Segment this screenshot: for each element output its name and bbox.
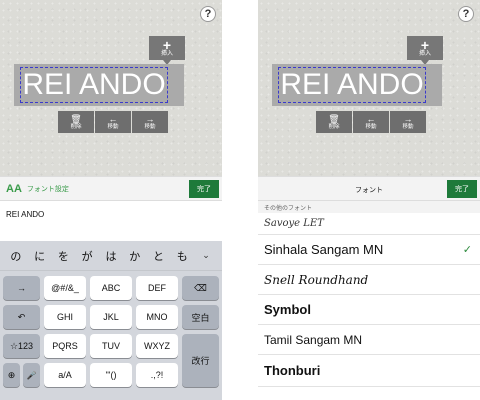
move-left-label: 移動: [365, 123, 377, 130]
arrow-left-icon: ←: [108, 113, 118, 124]
arrow-key[interactable]: →: [3, 276, 40, 300]
design-canvas[interactable]: ? + 挿入 REI ANDO 🗑 削除 ← 移動 → 移動: [0, 0, 222, 176]
other-fonts-label: その他のフォント: [264, 206, 313, 212]
microphone-icon[interactable]: 🎤: [23, 363, 40, 387]
insert-label: 挿入: [418, 50, 431, 57]
move-left-button[interactable]: ← 移動: [353, 111, 389, 133]
mode-switch-key[interactable]: ☆123: [3, 334, 40, 358]
text-input-value: REI ANDO: [6, 210, 45, 219]
plus-icon: +: [420, 36, 430, 53]
arrow-right-icon: →: [145, 113, 155, 124]
help-button[interactable]: ?: [200, 6, 216, 22]
font-item-label: Tamil Sangam MN: [264, 332, 363, 347]
abc-key[interactable]: ABC: [90, 276, 132, 300]
font-item-tamil-sangam-mn[interactable]: Tamil Sangam MN: [258, 325, 480, 355]
font-settings-button[interactable]: AA フォント設定: [6, 183, 69, 195]
case-toggle-key[interactable]: a/A: [44, 363, 86, 387]
design-canvas[interactable]: ? + 挿入 REI ANDO 🗑 削除 ← 移動 → 移動: [258, 0, 480, 176]
jkl-key[interactable]: JKL: [90, 305, 132, 329]
move-left-label: 移動: [107, 123, 119, 130]
candidate-item[interactable]: と: [148, 248, 168, 264]
pqrs-key[interactable]: PQRS: [44, 334, 86, 358]
quotes-key[interactable]: '"(): [90, 363, 132, 387]
trash-icon: 🗑: [328, 113, 340, 124]
help-icon: ?: [204, 8, 212, 20]
chevron-down-icon[interactable]: ⌄: [196, 250, 216, 261]
move-right-label: 移動: [144, 123, 156, 130]
symbols-key[interactable]: @#/&_: [44, 276, 86, 300]
candidate-item[interactable]: が: [77, 248, 97, 264]
help-button[interactable]: ?: [458, 6, 474, 22]
settings-bar: AA フォント設定 完了: [0, 176, 222, 201]
font-item-snell-roundhand[interactable]: Snell Roundhand: [258, 265, 480, 295]
left-panel: ? + 挿入 REI ANDO 🗑 削除 ← 移動 → 移動 AA フォント設定: [0, 0, 222, 400]
candidate-item[interactable]: を: [53, 248, 73, 264]
font-item-label: Symbol: [264, 302, 311, 317]
delete-button[interactable]: 🗑 削除: [58, 111, 94, 133]
japanese-keyboard: の に を が は か と も ⌄ → @#/&_ ABC DEF ⌫ ↶ GH…: [0, 241, 222, 400]
font-settings-label: フォント設定: [26, 186, 69, 193]
move-right-button[interactable]: → 移動: [132, 111, 168, 133]
font-item-label: Sinhala Sangam MN: [264, 242, 384, 257]
space-key[interactable]: 空白: [182, 305, 219, 329]
candidate-item[interactable]: の: [6, 248, 26, 264]
insert-button[interactable]: + 挿入: [407, 36, 443, 65]
done-button[interactable]: 完了: [189, 180, 219, 198]
other-fonts-section-header: その他のフォント: [258, 201, 480, 213]
delete-label: 削除: [70, 123, 82, 130]
font-picker-bar: フォント 完了: [258, 176, 480, 201]
selected-text-element[interactable]: REI ANDO: [278, 67, 426, 103]
right-panel: ? + 挿入 REI ANDO 🗑 削除 ← 移動 → 移動 フォント 完了 そ…: [258, 0, 480, 400]
font-item-label: Savoye LET: [264, 218, 324, 229]
punctuation-key[interactable]: .,?!: [136, 363, 178, 387]
candidate-item[interactable]: は: [101, 248, 121, 264]
candidate-item[interactable]: も: [172, 248, 192, 264]
tuv-key[interactable]: TUV: [90, 334, 132, 358]
candidate-item[interactable]: か: [125, 248, 145, 264]
font-item-label: Snell Roundhand: [264, 272, 369, 287]
plus-icon: +: [162, 36, 172, 53]
text-action-bar: 🗑 削除 ← 移動 → 移動: [316, 111, 426, 133]
font-item-label: Thonburi: [264, 363, 321, 378]
trash-icon: 🗑: [70, 113, 82, 124]
key-grid: → @#/&_ ABC DEF ⌫ ↶ GHI JKL MNO 空白 ☆123 …: [0, 271, 222, 400]
font-list: その他のフォント Savoye LET Sinhala Sangam MN ✓ …: [258, 201, 480, 400]
font-item-thonburi[interactable]: Thonburi: [258, 355, 480, 387]
insert-label: 挿入: [160, 50, 173, 57]
ghi-key[interactable]: GHI: [44, 305, 86, 329]
wxyz-key[interactable]: WXYZ: [136, 334, 178, 358]
move-right-button[interactable]: → 移動: [390, 111, 426, 133]
candidate-item[interactable]: に: [30, 248, 50, 264]
enter-key[interactable]: 改行: [182, 334, 219, 387]
font-item-sinhala-sangam-mn[interactable]: Sinhala Sangam MN ✓: [258, 235, 480, 265]
move-left-button[interactable]: ← 移動: [95, 111, 131, 133]
insert-button[interactable]: + 挿入: [149, 36, 185, 65]
done-button[interactable]: 完了: [447, 180, 477, 198]
mno-key[interactable]: MNO: [136, 305, 178, 329]
globe-icon[interactable]: ⊕: [3, 363, 20, 387]
selected-text-element[interactable]: REI ANDO: [20, 67, 168, 103]
font-item-savoye-let[interactable]: Savoye LET: [258, 213, 480, 235]
arrow-right-icon: →: [403, 113, 413, 124]
font-size-icon: AA: [6, 183, 22, 195]
text-action-bar: 🗑 削除 ← 移動 → 移動: [58, 111, 168, 133]
candidate-bar: の に を が は か と も ⌄: [0, 241, 222, 271]
delete-button[interactable]: 🗑 削除: [316, 111, 352, 133]
undo-icon[interactable]: ↶: [3, 305, 40, 329]
move-right-label: 移動: [402, 123, 414, 130]
help-icon: ?: [462, 8, 470, 20]
backspace-icon[interactable]: ⌫: [182, 276, 219, 300]
def-key[interactable]: DEF: [136, 276, 178, 300]
text-input-area[interactable]: REI ANDO: [0, 201, 222, 241]
delete-label: 削除: [328, 123, 340, 130]
arrow-left-icon: ←: [366, 113, 376, 124]
font-item-symbol[interactable]: Symbol: [258, 295, 480, 325]
checkmark-icon: ✓: [462, 244, 472, 256]
